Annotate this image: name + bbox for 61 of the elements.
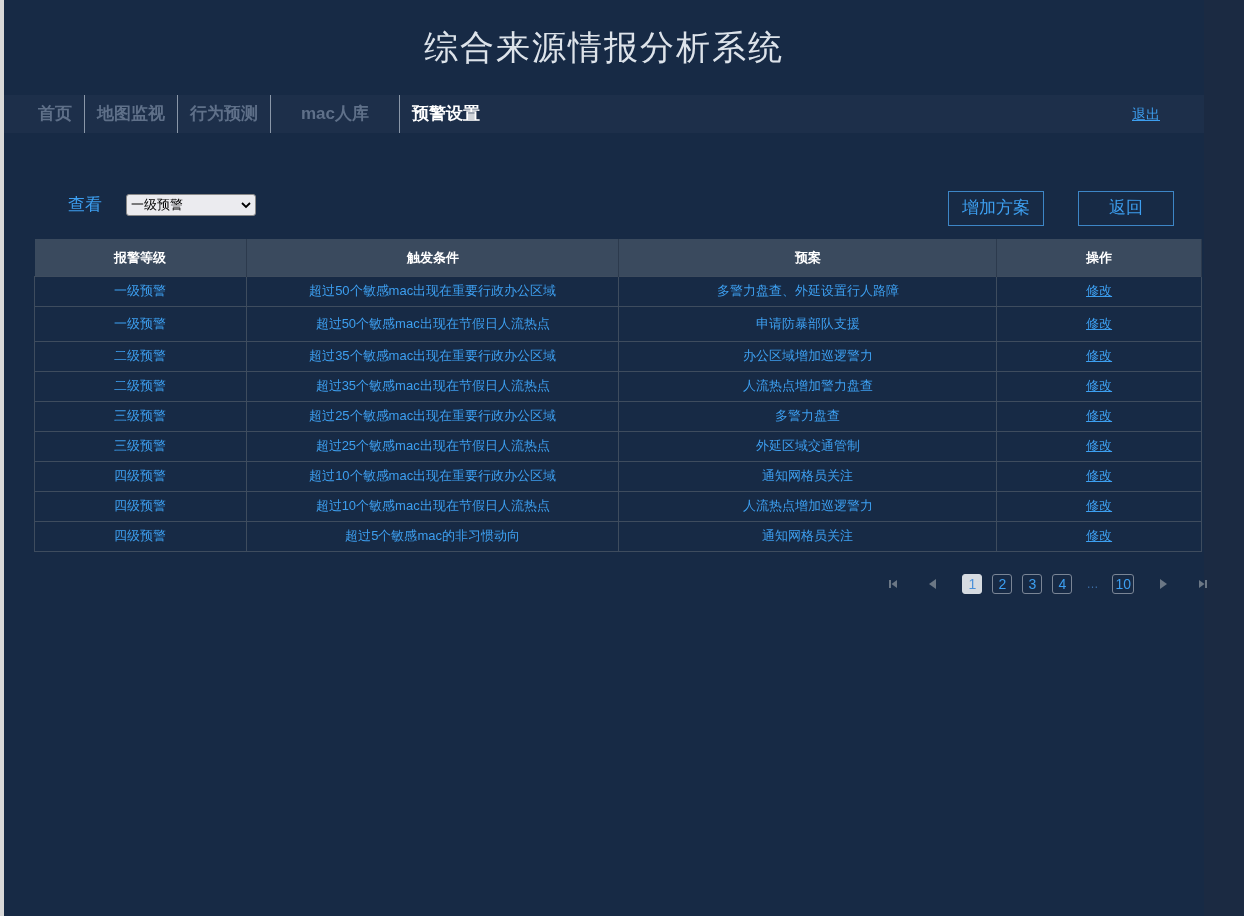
table-cell: 超过10个敏感mac出现在节假日人流热点 xyxy=(246,491,619,521)
table-cell: 四级预警 xyxy=(34,491,247,521)
nav-tab[interactable]: 首页 xyxy=(26,95,84,133)
edit-link[interactable]: 修改 xyxy=(1086,348,1113,364)
table-cell: 一级预警 xyxy=(34,276,247,306)
nav-tab[interactable]: 行为预测 xyxy=(178,95,270,133)
table-cell: 申请防暴部队支援 xyxy=(619,306,997,341)
level-select[interactable]: 一级预警 xyxy=(126,194,256,216)
add-plan-button[interactable]: 增加方案 xyxy=(948,190,1044,226)
first-page-icon[interactable] xyxy=(888,578,899,589)
table-cell: 二级预警 xyxy=(34,371,247,401)
app-title: 综合来源情报分析系统 xyxy=(424,27,784,68)
edit-link[interactable]: 修改 xyxy=(1086,498,1113,514)
table-cell: 超过35个敏感mac出现在重要行政办公区域 xyxy=(246,341,619,371)
table-cell: 超过25个敏感mac出现在节假日人流热点 xyxy=(246,431,619,461)
table-cell: 三级预警 xyxy=(34,401,247,431)
table-cell: 人流热点增加警力盘查 xyxy=(619,371,997,401)
table-cell: 四级预警 xyxy=(34,521,247,551)
table-cell: 超过25个敏感mac出现在重要行政办公区域 xyxy=(246,401,619,431)
table-cell: 办公区域增加巡逻警力 xyxy=(619,341,997,371)
table-cell: 通知网格员关注 xyxy=(619,461,997,491)
table-cell: 多警力盘查、外延设置行人路障 xyxy=(619,276,997,306)
column-header: 操作 xyxy=(996,239,1202,276)
nav-tab[interactable]: 预警设置 xyxy=(400,95,493,133)
table-cell: 超过50个敏感mac出现在节假日人流热点 xyxy=(246,306,619,341)
edit-link[interactable]: 修改 xyxy=(1086,378,1113,394)
table-cell: 四级预警 xyxy=(34,461,247,491)
table-cell: 超过5个敏感mac的非习惯动向 xyxy=(246,521,619,551)
table-cell: 超过10个敏感mac出现在重要行政办公区域 xyxy=(246,461,619,491)
table-cell: 多警力盘查 xyxy=(619,401,997,431)
logout-link[interactable]: 退出 xyxy=(1132,103,1160,125)
table-cell: 人流热点增加巡逻警力 xyxy=(619,491,997,521)
table-cell: 三级预警 xyxy=(34,431,247,461)
filter-label: 查看 xyxy=(68,194,102,217)
page-ellipsis: … xyxy=(1085,575,1100,593)
page-button[interactable]: 2 xyxy=(992,573,1013,594)
table-cell: 超过50个敏感mac出现在重要行政办公区域 xyxy=(246,276,619,306)
column-header: 预案 xyxy=(619,239,997,276)
last-page-icon[interactable] xyxy=(1198,578,1208,589)
next-page-icon[interactable] xyxy=(1158,578,1168,589)
page-button[interactable]: 10 xyxy=(1112,573,1134,594)
nav-tab[interactable]: 地图监视 xyxy=(85,95,177,133)
page-button[interactable]: 3 xyxy=(1022,573,1043,594)
back-button[interactable]: 返回 xyxy=(1078,190,1174,226)
table-cell: 一级预警 xyxy=(34,306,247,341)
previous-page-icon[interactable] xyxy=(928,578,939,589)
table-cell: 外延区域交通管制 xyxy=(619,431,997,461)
edit-link[interactable]: 修改 xyxy=(1086,438,1113,454)
table-cell: 二级预警 xyxy=(34,341,247,371)
edit-link[interactable]: 修改 xyxy=(1086,315,1113,331)
page-button[interactable]: 4 xyxy=(1052,573,1073,594)
edit-link[interactable]: 修改 xyxy=(1086,468,1113,484)
edit-link[interactable]: 修改 xyxy=(1086,283,1113,299)
edit-link[interactable]: 修改 xyxy=(1086,528,1113,544)
chevron-down-icon xyxy=(241,201,251,209)
table-cell: 超过35个敏感mac出现在节假日人流热点 xyxy=(246,371,619,401)
column-header: 触发条件 xyxy=(246,239,619,276)
nav-tab[interactable]: mac人库 xyxy=(271,95,400,133)
column-header: 报警等级 xyxy=(34,239,247,276)
edit-link[interactable]: 修改 xyxy=(1086,408,1113,424)
table-cell: 通知网格员关注 xyxy=(619,521,997,551)
